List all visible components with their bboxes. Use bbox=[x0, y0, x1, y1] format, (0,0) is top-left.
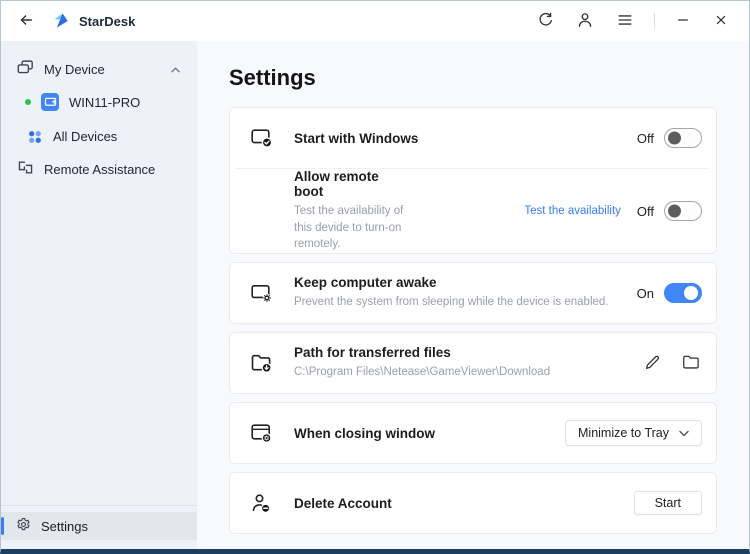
all-devices-icon bbox=[25, 129, 43, 144]
sidebar-divider bbox=[1, 505, 197, 506]
edit-path-button[interactable] bbox=[641, 351, 663, 376]
account-button[interactable] bbox=[572, 7, 598, 36]
menu-button[interactable] bbox=[612, 7, 638, 36]
window-gear-icon bbox=[250, 423, 274, 443]
closing-window-dropdown[interactable]: Minimize to Tray bbox=[565, 420, 702, 447]
remote-assistance-icon bbox=[17, 160, 34, 178]
sidebar-item-label: WIN11-PRO bbox=[69, 94, 141, 110]
monitor-awake-icon bbox=[250, 283, 274, 303]
gear-icon bbox=[16, 517, 31, 535]
setting-description: Prevent the system from sleeping while t… bbox=[294, 296, 609, 309]
titlebar-divider bbox=[654, 13, 655, 29]
delete-account-row: Delete Account Start bbox=[230, 473, 716, 533]
test-availability-link[interactable]: Test the availability bbox=[524, 205, 621, 217]
minimize-icon bbox=[675, 12, 691, 31]
online-status-dot bbox=[25, 99, 31, 105]
setting-title: Start with Windows bbox=[294, 130, 419, 146]
folder-download-icon bbox=[250, 353, 274, 373]
toggle-knob bbox=[668, 204, 682, 218]
sidebar-item-win11-pro[interactable]: WIN11-PRO bbox=[11, 85, 187, 119]
toggle-knob bbox=[668, 131, 681, 145]
sidebar-item-remote-assistance[interactable]: Remote Assistance bbox=[11, 153, 187, 185]
sidebar-item-label: Remote Assistance bbox=[44, 161, 156, 177]
sidebar: My Device WIN11-PRO All Devices Remote A… bbox=[1, 41, 197, 549]
startup-card: Start with Windows Off Allow remote boot… bbox=[229, 107, 717, 255]
folder-icon bbox=[681, 353, 700, 374]
start-with-windows-row: Start with Windows Off bbox=[230, 108, 716, 168]
toggle-state-label: Off bbox=[636, 203, 655, 219]
delete-account-start-button[interactable]: Start bbox=[633, 491, 702, 516]
sidebar-item-label: All Devices bbox=[53, 128, 118, 144]
back-arrow-icon bbox=[17, 11, 35, 32]
closing-window-card: When closing window Minimize to Tray bbox=[229, 402, 717, 465]
app-window: StarDesk My Device WIN11-PRO All Devices… bbox=[0, 0, 750, 554]
sidebar-item-label: My Device bbox=[44, 61, 105, 77]
settings-label: Settings bbox=[41, 518, 88, 534]
user-icon bbox=[576, 11, 594, 32]
minimize-button[interactable] bbox=[671, 8, 695, 35]
setting-title: Delete Account bbox=[294, 495, 392, 511]
titlebar: StarDesk bbox=[1, 1, 749, 41]
transfer-path-card: Path for transferred files C:\Program Fi… bbox=[229, 332, 717, 395]
app-title: StarDesk bbox=[79, 13, 136, 29]
close-icon bbox=[713, 12, 729, 31]
toggle-state-label: Off bbox=[636, 130, 654, 146]
settings-page: Settings Start with Windows Off Allow re… bbox=[197, 41, 749, 549]
back-button[interactable] bbox=[13, 7, 39, 36]
devices-icon bbox=[17, 60, 34, 78]
refresh-button[interactable] bbox=[532, 7, 558, 36]
toggle-knob bbox=[684, 286, 698, 301]
stardesk-logo-icon bbox=[51, 11, 71, 31]
keep-awake-toggle[interactable] bbox=[664, 283, 702, 304]
refresh-icon bbox=[536, 11, 554, 32]
setting-title: Keep computer awake bbox=[294, 275, 437, 291]
start-with-windows-toggle[interactable] bbox=[664, 128, 702, 148]
setting-title: When closing window bbox=[294, 425, 435, 441]
pencil-icon bbox=[643, 353, 661, 374]
delete-account-card: Delete Account Start bbox=[229, 472, 717, 535]
person-minus-icon bbox=[250, 493, 274, 514]
chevron-up-icon bbox=[170, 62, 181, 77]
transfer-path-row: Path for transferred files C:\Program Fi… bbox=[230, 333, 716, 393]
transfer-path-value: C:\Program Files\Netease\GameViewer\Down… bbox=[294, 366, 551, 379]
page-title: Settings bbox=[229, 65, 316, 90]
open-folder-button[interactable] bbox=[679, 351, 702, 376]
keep-awake-card: Keep computer awake Prevent the system f… bbox=[229, 262, 717, 325]
setting-title: Allow remote boot bbox=[294, 169, 379, 199]
dropdown-selected-value: Minimize to Tray bbox=[578, 426, 669, 441]
setting-description: Test the availability of this devide to … bbox=[294, 205, 404, 251]
sidebar-item-my-device[interactable]: My Device bbox=[11, 53, 187, 85]
sidebar-item-all-devices[interactable]: All Devices bbox=[11, 119, 187, 153]
keep-awake-row: Keep computer awake Prevent the system f… bbox=[230, 263, 716, 323]
chevron-down-icon bbox=[679, 426, 689, 440]
device-monitor-icon bbox=[41, 93, 59, 111]
allow-remote-boot-row: Allow remote boot Test the availability … bbox=[230, 169, 716, 253]
sidebar-item-settings[interactable]: Settings bbox=[1, 512, 197, 540]
monitor-check-icon bbox=[250, 128, 274, 148]
toggle-state-label: On bbox=[636, 285, 654, 301]
setting-title: Path for transferred files bbox=[294, 345, 451, 361]
hamburger-menu-icon bbox=[616, 11, 634, 32]
allow-remote-boot-toggle[interactable] bbox=[664, 201, 703, 221]
closing-window-row: When closing window Minimize to Tray bbox=[230, 403, 716, 463]
active-accent-bar bbox=[1, 517, 4, 535]
close-button[interactable] bbox=[709, 8, 733, 35]
